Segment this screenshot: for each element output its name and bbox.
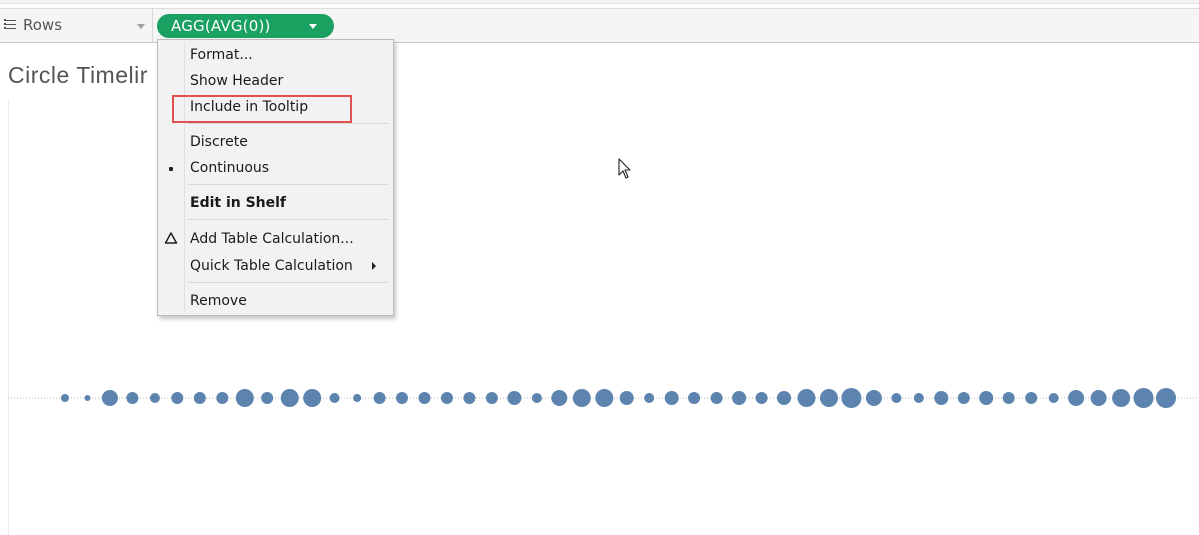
circle-marks: [61, 388, 1176, 408]
timeline-circle[interactable]: [1025, 392, 1038, 404]
timeline-circle[interactable]: [1090, 390, 1107, 406]
timeline-circle[interactable]: [373, 392, 386, 404]
timeline-circle[interactable]: [820, 389, 838, 407]
timeline-circle[interactable]: [619, 391, 634, 405]
menu-item-label: Remove: [190, 293, 247, 309]
timeline-circle[interactable]: [507, 391, 522, 405]
timeline-circle[interactable]: [303, 389, 322, 407]
chevron-right-icon: [372, 262, 376, 270]
menu-separator: [188, 282, 388, 283]
delta-icon: [164, 232, 178, 244]
menu-item-label: Format...: [190, 47, 253, 63]
timeline-circle[interactable]: [572, 389, 591, 407]
timeline-circle[interactable]: [891, 393, 902, 403]
timeline-circle[interactable]: [149, 393, 160, 403]
timeline-circle[interactable]: [101, 390, 118, 406]
timeline-circle[interactable]: [913, 393, 924, 403]
menu-item-label: Add Table Calculation...: [190, 231, 354, 247]
menu-item-quick-table-calculation[interactable]: Quick Table Calculation: [158, 254, 393, 278]
timeline-circle[interactable]: [797, 389, 816, 407]
menu-item-label: Discrete: [190, 134, 248, 150]
timeline-circle[interactable]: [777, 391, 791, 405]
menu-separator: [188, 123, 388, 124]
menu-separator: [188, 184, 388, 185]
timeline-circle[interactable]: [1133, 388, 1154, 408]
timeline-circle[interactable]: [261, 392, 274, 404]
timeline-circle[interactable]: [463, 392, 476, 404]
timeline-circle[interactable]: [957, 392, 970, 404]
menu-item-label: Edit in Shelf: [190, 195, 287, 211]
timeline-circle[interactable]: [280, 389, 299, 407]
timeline-circle[interactable]: [1048, 393, 1059, 403]
selected-bullet-icon: [169, 167, 173, 171]
menu-item-edit-in-shelf[interactable]: Edit in Shelf: [158, 191, 393, 215]
menu-item-remove[interactable]: Remove: [158, 289, 393, 313]
timeline-circle[interactable]: [485, 392, 498, 404]
menu-item-discrete[interactable]: Discrete: [158, 130, 393, 154]
timeline-circle[interactable]: [1112, 389, 1131, 407]
timeline-circle[interactable]: [84, 395, 91, 401]
menu-separator: [188, 219, 388, 220]
timeline-circle[interactable]: [1002, 392, 1015, 404]
menu-item-label: Quick Table Calculation: [190, 258, 353, 274]
menu-item-show-header[interactable]: Show Header: [158, 69, 393, 93]
timeline-circle[interactable]: [732, 391, 747, 405]
timeline-circle[interactable]: [644, 393, 655, 403]
timeline-circle[interactable]: [841, 388, 862, 408]
timeline-circle[interactable]: [126, 392, 139, 404]
timeline-circle[interactable]: [934, 391, 949, 405]
timeline-circle[interactable]: [353, 394, 362, 402]
timeline-circle[interactable]: [216, 392, 229, 404]
menu-item-continuous[interactable]: Continuous: [158, 156, 393, 180]
highlight-annotation-box: [172, 95, 352, 123]
timeline-circle[interactable]: [193, 392, 206, 404]
menu-item-add-table-calculation[interactable]: Add Table Calculation...: [158, 227, 393, 251]
menu-item-label: Continuous: [190, 160, 270, 176]
pill-context-menu: Format... Show Header Include in Tooltip…: [157, 39, 394, 316]
timeline-circle[interactable]: [755, 392, 768, 404]
timeline-circle[interactable]: [595, 389, 614, 407]
timeline-circle[interactable]: [396, 392, 408, 404]
timeline-circle[interactable]: [979, 391, 994, 405]
timeline-circle[interactable]: [418, 392, 431, 404]
timeline-circle[interactable]: [664, 391, 679, 405]
timeline-circle[interactable]: [1068, 390, 1085, 406]
timeline-circle[interactable]: [551, 390, 568, 406]
timeline-circle[interactable]: [688, 392, 701, 404]
timeline-circle[interactable]: [329, 393, 340, 403]
timeline-circle[interactable]: [441, 392, 453, 404]
timeline-circle[interactable]: [531, 393, 542, 403]
timeline-circle[interactable]: [235, 389, 254, 407]
mouse-cursor-icon: [618, 158, 631, 179]
timeline-circle[interactable]: [61, 394, 69, 402]
timeline-circle[interactable]: [1156, 388, 1176, 408]
menu-item-label: Show Header: [190, 73, 284, 89]
timeline-circle[interactable]: [865, 390, 882, 406]
timeline-circle[interactable]: [710, 392, 723, 404]
timeline-circle[interactable]: [171, 392, 184, 404]
menu-item-format[interactable]: Format...: [158, 43, 393, 67]
